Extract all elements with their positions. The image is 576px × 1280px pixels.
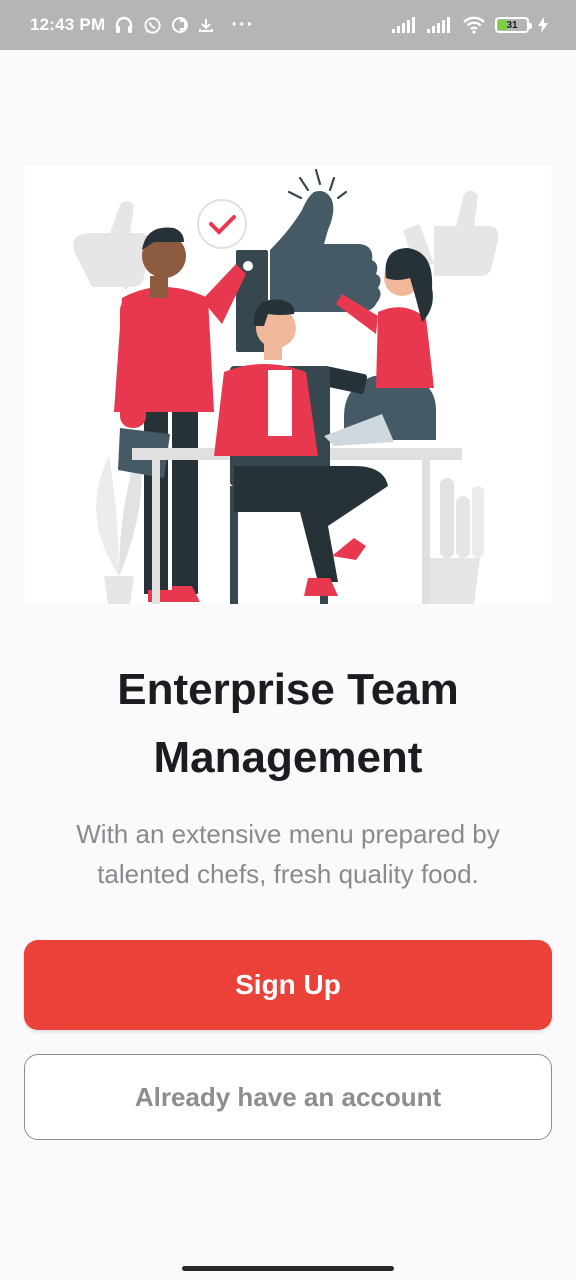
headphones-icon bbox=[114, 16, 134, 34]
vpn-icon bbox=[171, 16, 189, 34]
signal-icon bbox=[392, 17, 418, 33]
download-icon bbox=[198, 17, 214, 33]
status-bar: 12:43 PM ··· 31 bbox=[0, 0, 576, 50]
status-time: 12:43 PM bbox=[30, 15, 106, 34]
onboarding-subtitle: With an extensive menu prepared by talen… bbox=[76, 819, 500, 889]
background-thumb-left-icon bbox=[73, 201, 151, 291]
battery-level: 31 bbox=[506, 19, 518, 31]
status-bar-right: 31 bbox=[392, 16, 548, 34]
illustration-svg bbox=[73, 168, 499, 604]
already-have-account-button[interactable]: Already have an account bbox=[24, 1054, 552, 1140]
onboarding-title: Enterprise Team Management bbox=[117, 665, 459, 782]
battery-icon: 31 bbox=[495, 17, 532, 33]
team-thumbs-up-illustration bbox=[24, 166, 552, 604]
whatsapp-icon bbox=[143, 16, 162, 35]
charging-icon bbox=[538, 17, 548, 33]
wifi-icon bbox=[462, 16, 486, 34]
home-indicator[interactable] bbox=[182, 1266, 394, 1271]
more-notifications-icon: ··· bbox=[231, 13, 255, 36]
plant-right bbox=[424, 478, 484, 604]
check-bubble-icon bbox=[197, 199, 247, 249]
status-bar-left: 12:43 PM ··· bbox=[30, 14, 254, 37]
signal-icon bbox=[427, 17, 453, 33]
sign-up-button[interactable]: Sign Up bbox=[24, 940, 552, 1030]
